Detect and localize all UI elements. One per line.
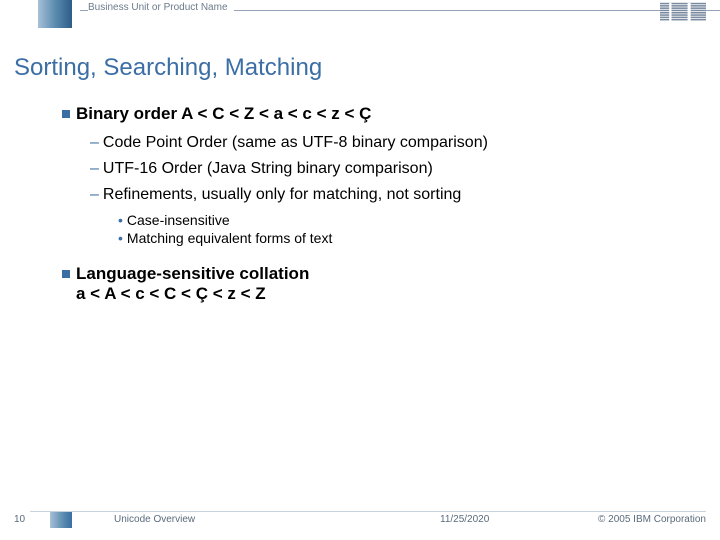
- footer-bar: 10 Unicode Overview 11/25/2020 © 2005 IB…: [0, 510, 720, 532]
- bullet-language-collation: Language-sensitive collation a < A < c <…: [62, 264, 706, 304]
- subsub-text: Matching equivalent forms of text: [127, 230, 332, 246]
- footer-doc-title: Unicode Overview: [114, 514, 195, 525]
- bullet-text: Binary order A < C < Z < a < c < z < Ç: [76, 104, 371, 123]
- business-unit-label: Business Unit or Product Name: [88, 2, 234, 13]
- footer-copyright: © 2005 IBM Corporation: [598, 514, 706, 525]
- subsub-text: Case-insensitive: [127, 212, 230, 228]
- subsub-case-insensitive: •Case-insensitive: [118, 212, 706, 228]
- subsub-equivalent-forms: •Matching equivalent forms of text: [118, 230, 706, 246]
- bullet-text-line2: a < A < c < C < Ç < z < Z: [76, 284, 266, 303]
- subbullet-utf16: –UTF-16 Order (Java String binary compar…: [90, 160, 706, 178]
- footer-date: 11/25/2020: [440, 514, 489, 525]
- subbullet-text: Refinements, usually only for matching, …: [103, 186, 461, 203]
- footer-accent-stripe: [50, 512, 72, 528]
- square-bullet-icon: [62, 270, 70, 278]
- bullet-binary-order: Binary order A < C < Z < a < c < z < Ç: [62, 104, 706, 124]
- header-accent-stripe: [38, 0, 72, 28]
- subbullet-codepoint: –Code Point Order (same as UTF-8 binary …: [90, 134, 706, 152]
- slide-title: Sorting, Searching, Matching: [14, 54, 706, 82]
- page-number: 10: [14, 514, 25, 525]
- bullet-text: Language-sensitive collation: [76, 264, 309, 283]
- footer-rule: [30, 511, 706, 512]
- subbullet-text: UTF-16 Order (Java String binary compari…: [103, 160, 433, 177]
- header-bar: Business Unit or Product Name: [0, 0, 720, 28]
- slide-content: Sorting, Searching, Matching Binary orde…: [14, 54, 706, 314]
- ibm-logo-icon: [660, 2, 706, 22]
- subbullet-text: Code Point Order (same as UTF-8 binary c…: [103, 134, 488, 151]
- subbullet-refinements: –Refinements, usually only for matching,…: [90, 186, 706, 204]
- square-bullet-icon: [62, 110, 70, 118]
